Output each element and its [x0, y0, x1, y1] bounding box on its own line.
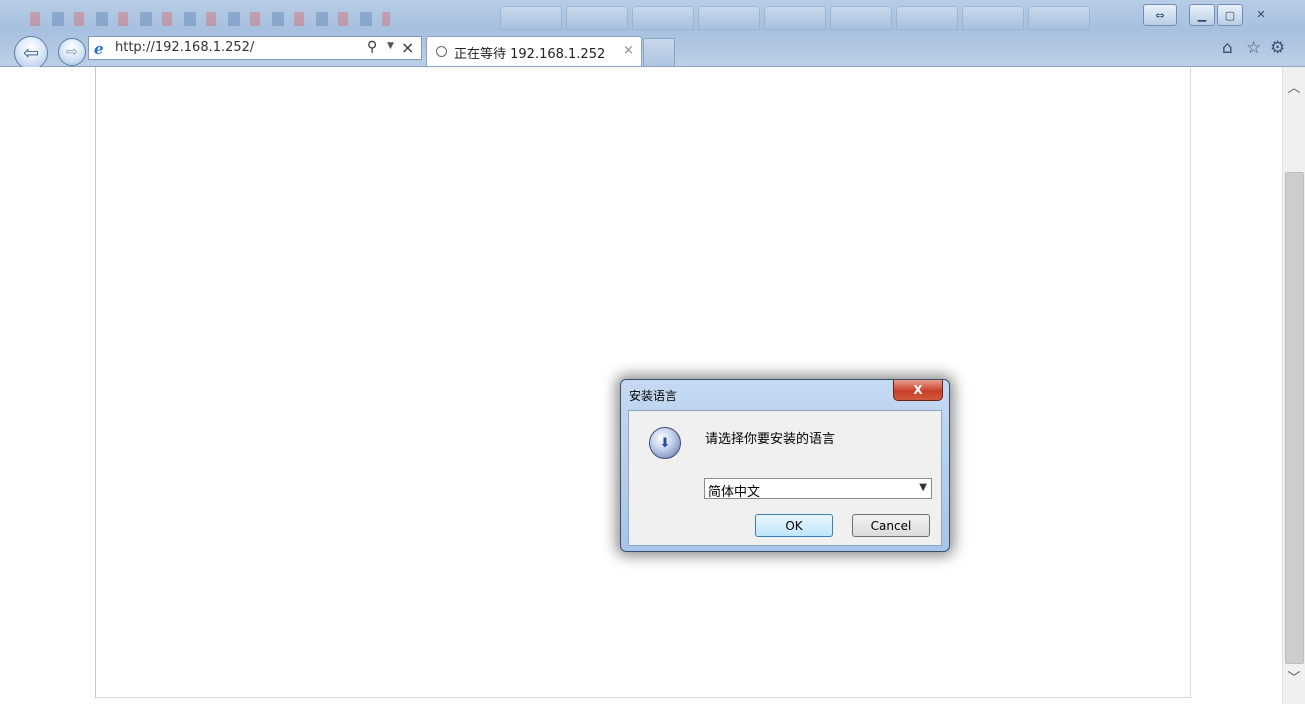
language-select-value: 简体中文	[708, 485, 761, 500]
tab-active[interactable]: 正在等待 192.168.1.252 ×	[426, 36, 642, 66]
dialog-message: 请选择你要安装的语言	[705, 432, 836, 447]
dialog-close-button[interactable]: X	[893, 380, 943, 401]
scroll-up-icon[interactable]: ︿	[1283, 77, 1305, 97]
internet-explorer-icon: e	[94, 40, 104, 58]
maximize-button[interactable]: ▢	[1217, 4, 1243, 26]
window-close-button[interactable]: ✕	[1245, 4, 1277, 24]
install-language-dialog: 安装语言 X ⬇ 请选择你要安装的语言 简体中文 ▼ OK Cancel	[620, 379, 950, 552]
dialog-body: ⬇ 请选择你要安装的语言 简体中文 ▼ OK Cancel	[628, 410, 942, 546]
close-icon: ✕	[1256, 7, 1266, 21]
window-restore-size-button[interactable]: ⇔	[1143, 4, 1177, 26]
browser-titlebar: ⇦ ⇨ e http://192.168.1.252/ ⚲ ▼ × 正在等待 1…	[0, 0, 1305, 70]
ok-button[interactable]: OK	[755, 514, 833, 537]
stop-button[interactable]: ×	[401, 38, 414, 57]
home-icon[interactable]: ⌂	[1222, 38, 1233, 58]
resize-arrows-icon: ⇔	[1155, 8, 1165, 22]
gear-icon[interactable]: ⚙	[1270, 38, 1285, 58]
scroll-down-icon[interactable]: ﹀	[1283, 667, 1305, 687]
window-controls: ⇔ ▁ ▢ ✕	[1143, 4, 1277, 26]
forward-arrow-icon: ⇨	[66, 44, 78, 60]
loading-icon	[436, 46, 447, 57]
chevron-down-icon[interactable]: ▼	[919, 482, 927, 493]
installer-disc-icon: ⬇	[649, 427, 681, 459]
chevron-down-icon[interactable]: ▼	[387, 41, 394, 51]
language-select[interactable]: 简体中文 ▼	[704, 478, 932, 500]
close-icon: X	[913, 383, 923, 397]
maximize-icon: ▢	[1224, 8, 1236, 22]
background-taskbar-tabs	[500, 6, 1090, 30]
forward-button[interactable]: ⇨	[58, 38, 86, 66]
scroll-thumb[interactable]	[1285, 172, 1304, 664]
search-icon[interactable]: ⚲	[367, 39, 377, 55]
new-tab-button[interactable]	[643, 38, 675, 66]
back-arrow-icon: ⇦	[23, 42, 39, 64]
tab-close-button[interactable]: ×	[623, 43, 634, 58]
star-icon[interactable]: ☆	[1246, 38, 1261, 58]
vertical-scrollbar[interactable]: ︿ ﹀	[1282, 67, 1305, 704]
minimize-button[interactable]: ▁	[1189, 4, 1215, 26]
cancel-button[interactable]: Cancel	[852, 514, 930, 537]
background-window-ghost	[30, 12, 390, 26]
address-url[interactable]: http://192.168.1.252/	[115, 40, 254, 55]
dialog-title: 安装语言	[629, 389, 678, 403]
address-bar[interactable]: e http://192.168.1.252/ ⚲ ▼ ×	[88, 36, 422, 60]
back-button[interactable]: ⇦	[14, 36, 48, 70]
tab-title: 正在等待 192.168.1.252	[454, 47, 606, 62]
minimize-icon: ▁	[1197, 8, 1207, 22]
